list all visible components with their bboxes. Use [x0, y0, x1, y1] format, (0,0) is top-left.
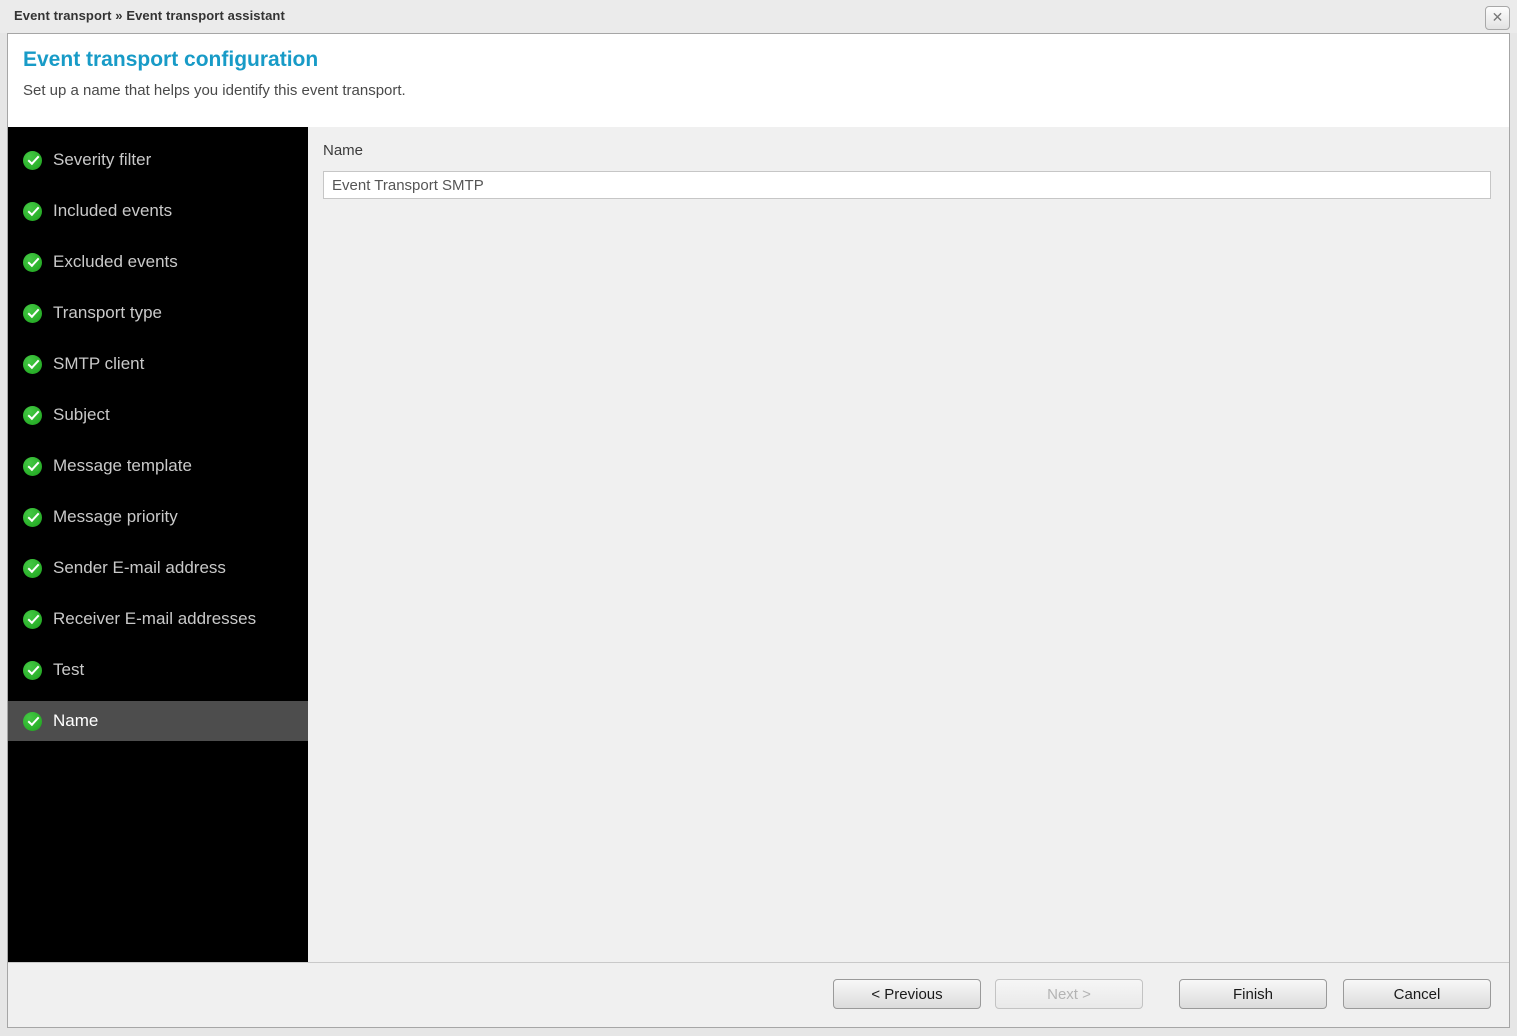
check-icon: [23, 150, 42, 170]
wizard-header: Event transport configuration Set up a n…: [8, 34, 1509, 127]
wizard-footer: < Previous Next > Finish Cancel: [8, 962, 1509, 1027]
check-icon: [23, 609, 42, 629]
step-label: Excluded events: [53, 252, 178, 271]
check-icon: [23, 456, 42, 476]
check-icon: [23, 354, 42, 374]
check-icon: [23, 711, 42, 731]
page-title: Event transport configuration: [23, 48, 319, 71]
name-field-label: Name: [323, 142, 364, 159]
cancel-button[interactable]: Cancel: [1343, 979, 1491, 1009]
next-button[interactable]: Next >: [995, 979, 1143, 1009]
step-label: Receiver E-mail addresses: [53, 609, 257, 628]
sidebar-item-excluded-events[interactable]: Excluded events: [8, 242, 308, 282]
sidebar-item-transport-type[interactable]: Transport type: [8, 293, 308, 333]
sidebar-item-message-priority[interactable]: Message priority: [8, 497, 308, 537]
previous-button[interactable]: < Previous: [833, 979, 981, 1009]
close-icon: ✕: [1491, 9, 1504, 25]
breadcrumb: Event transport » Event transport assist…: [14, 8, 285, 23]
step-label: Included events: [53, 201, 173, 220]
step-label: SMTP client: [53, 354, 145, 373]
sidebar-item-test[interactable]: Test: [8, 650, 308, 690]
step-label: Transport type: [53, 303, 162, 322]
close-button[interactable]: ✕: [1485, 6, 1510, 30]
check-icon: [23, 252, 42, 272]
check-icon: [23, 201, 42, 221]
step-content: Name: [308, 127, 1509, 962]
step-label: Subject: [53, 405, 110, 424]
sidebar-item-severity-filter[interactable]: Severity filter: [8, 140, 308, 180]
step-label: Name: [53, 711, 99, 730]
page-subtitle: Set up a name that helps you identify th…: [23, 82, 406, 99]
sidebar-item-message-template[interactable]: Message template: [8, 446, 308, 486]
sidebar-item-sender-email-address[interactable]: Sender E-mail address: [8, 548, 308, 588]
sidebar-item-receiver-email-addresses[interactable]: Receiver E-mail addresses: [8, 599, 308, 639]
step-label: Severity filter: [53, 150, 152, 169]
check-icon: [23, 303, 42, 323]
wizard-steps-sidebar: Severity filter Included events Excluded…: [8, 127, 308, 962]
wizard-dialog: Event transport configuration Set up a n…: [7, 33, 1510, 1028]
step-label: Message template: [53, 456, 192, 475]
finish-button[interactable]: Finish: [1179, 979, 1327, 1009]
sidebar-item-name[interactable]: Name: [8, 701, 308, 741]
sidebar-item-smtp-client[interactable]: SMTP client: [8, 344, 308, 384]
title-bar: Event transport » Event transport assist…: [0, 0, 1517, 33]
check-icon: [23, 558, 42, 578]
step-label: Sender E-mail address: [53, 558, 226, 577]
step-label: Test: [53, 660, 85, 679]
check-icon: [23, 405, 42, 425]
name-input[interactable]: [323, 171, 1491, 199]
sidebar-item-subject[interactable]: Subject: [8, 395, 308, 435]
check-icon: [23, 660, 42, 680]
sidebar-item-included-events[interactable]: Included events: [8, 191, 308, 231]
step-label: Message priority: [53, 507, 178, 526]
check-icon: [23, 507, 42, 527]
